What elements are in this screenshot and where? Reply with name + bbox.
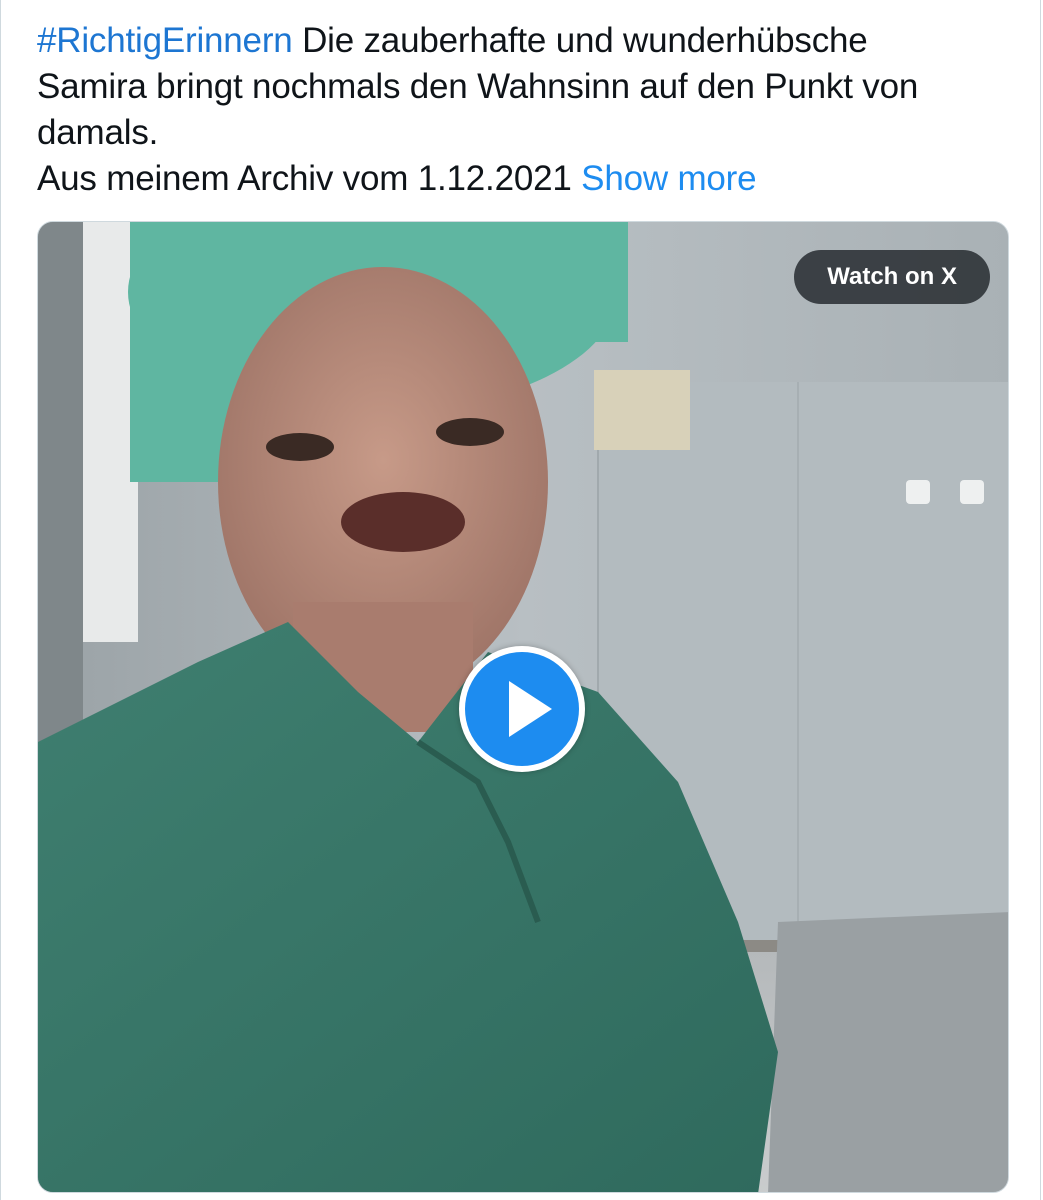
watch-on-x-button[interactable]: Watch on X	[794, 250, 990, 304]
play-icon	[509, 681, 552, 737]
tweet-text: #RichtigErinnern Die zauberhafte und wun…	[37, 18, 997, 202]
tweet-line-3: damals.	[37, 113, 159, 152]
tweet-text-segment: Aus meinem Archiv vom 1.12.2021	[37, 159, 572, 198]
tweet-text-segment: Die zauberhafte und wunderhübsche	[292, 21, 868, 60]
play-button[interactable]	[459, 646, 585, 772]
tweet-card: #RichtigErinnern Die zauberhafte und wun…	[0, 0, 1041, 1200]
tweet-line-2: Samira bringt nochmals den Wahnsinn auf …	[37, 67, 919, 106]
hashtag-link[interactable]: #RichtigErinnern	[37, 21, 293, 60]
tweet-line-4: Aus meinem Archiv vom 1.12.2021 Show mor…	[37, 156, 997, 202]
tweet-line-1: #RichtigErinnern Die zauberhafte und wun…	[37, 18, 997, 64]
show-more-link[interactable]: Show more	[581, 159, 756, 198]
video-player[interactable]: Watch on X	[37, 221, 1009, 1193]
